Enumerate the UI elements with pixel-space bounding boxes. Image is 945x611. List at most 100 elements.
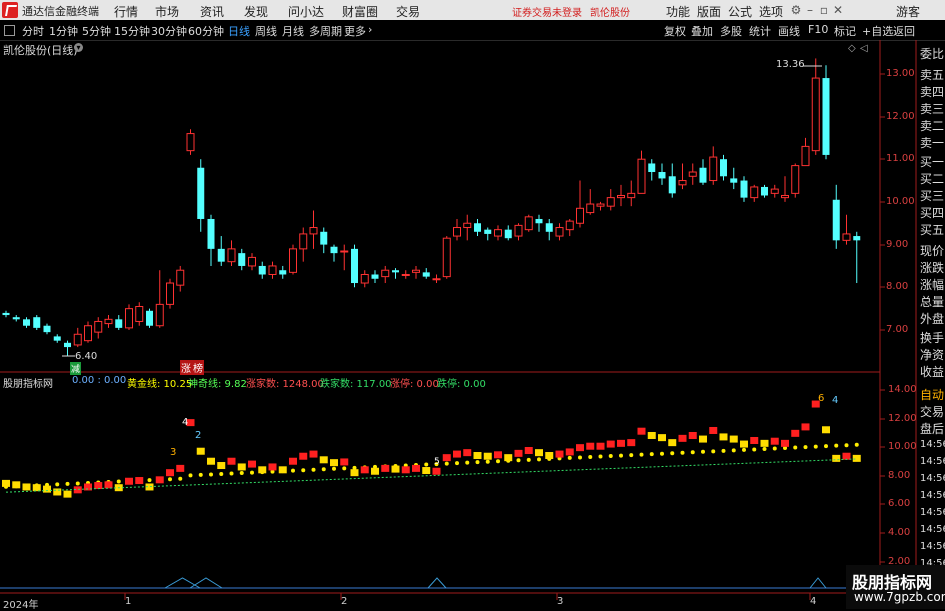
close-icon[interactable]: ✕ [831, 3, 845, 17]
candle-body [84, 325, 92, 342]
panel-afterhours[interactable]: 盘后 [920, 420, 944, 437]
indicator-title[interactable]: 股朋指标网 [3, 375, 53, 390]
signal-bar [319, 456, 328, 464]
panel-buy3[interactable]: 买三 [920, 187, 944, 204]
gold-line-dot [803, 445, 808, 450]
menu-hangqing[interactable]: 行情 [114, 3, 138, 20]
tag-jian[interactable]: 减 [70, 362, 82, 375]
candle-body [648, 163, 656, 173]
menu-gongshi[interactable]: 公式 [728, 3, 752, 20]
gold-line-dot [496, 459, 500, 464]
candle-body [268, 265, 277, 275]
menu-xuanxiang[interactable]: 选项 [759, 3, 783, 20]
btn-huaxian[interactable]: 画线 [778, 23, 800, 39]
btn-zixuan[interactable]: +自选 [862, 23, 893, 39]
chevron-down-icon[interactable]: ▾ [74, 43, 83, 52]
menu-zixun[interactable]: 资讯 [200, 3, 224, 20]
kline-chart[interactable] [0, 40, 945, 609]
settings-icon[interactable]: ⚙ [789, 3, 803, 17]
period-5min[interactable]: 5分钟 [82, 23, 111, 39]
btn-fanhui[interactable]: 返回 [893, 23, 915, 39]
menu-gongneng[interactable]: 功能 [666, 3, 690, 20]
candle-body [730, 178, 738, 183]
signal-bar [453, 450, 461, 458]
menu-wenxiaoda[interactable]: 问小达 [288, 3, 324, 20]
period-1min[interactable]: 1分钟 [49, 23, 78, 39]
period-daily[interactable]: 日线 [228, 23, 250, 39]
tag-bang[interactable]: 榜 [192, 360, 204, 375]
signal-bar [535, 449, 543, 457]
panel-netasset[interactable]: 净资 [920, 346, 944, 363]
period-monthly[interactable]: 月线 [282, 23, 304, 39]
collapse-icon[interactable]: ◁ [860, 43, 868, 54]
btn-fuquan[interactable]: 复权 [664, 23, 686, 39]
panel-buy2[interactable]: 买二 [920, 170, 944, 187]
panel-pct[interactable]: 涨幅 [920, 276, 944, 293]
diamond-icon[interactable]: ◇ [848, 43, 856, 54]
candle-body [761, 186, 768, 196]
panel-buy4[interactable]: 买四 [920, 204, 944, 221]
trade-login-warning[interactable]: 证券交易未登录 [512, 4, 582, 19]
panel-trade[interactable]: 交易 [920, 403, 944, 420]
signal-bar [135, 477, 144, 485]
btn-diejia[interactable]: 叠加 [691, 23, 713, 39]
menu-jiaoyi[interactable]: 交易 [396, 3, 420, 20]
user-label[interactable]: 游客 [896, 3, 920, 20]
panel-price[interactable]: 现价 [920, 242, 944, 259]
signal-bar [442, 454, 451, 462]
signal-bar [576, 444, 584, 452]
tag-zhang[interactable]: 涨 [180, 360, 192, 375]
period-60min[interactable]: 60分钟 [188, 23, 224, 39]
candle-body [217, 248, 225, 262]
panel-sell1[interactable]: 卖一 [920, 134, 944, 151]
panel-weibi[interactable]: 委比 [920, 45, 944, 62]
panel-sell2[interactable]: 卖二 [920, 117, 944, 134]
menu-banmian[interactable]: 版面 [697, 3, 721, 20]
btn-f10[interactable]: F10 [808, 23, 828, 36]
panel-auto[interactable]: 自动 [920, 386, 944, 403]
panel-outer[interactable]: 外盘 [920, 310, 944, 327]
panel-buy5[interactable]: 买五 [920, 221, 944, 238]
btn-biaoji[interactable]: 标记 [834, 23, 856, 39]
signal-bar [617, 439, 625, 447]
menu-faxian[interactable]: 发现 [244, 3, 268, 20]
menu-caifuquan[interactable]: 财富圈 [342, 3, 378, 20]
candle-body [351, 248, 358, 284]
signal-bar [32, 484, 41, 492]
panel-time: 14:56 [920, 490, 945, 501]
chevron-right-icon[interactable]: › [368, 23, 372, 36]
minimize-icon[interactable]: – [803, 3, 817, 17]
period-more[interactable]: 更多 [344, 23, 366, 39]
period-fenshi[interactable]: 分时 [22, 23, 44, 39]
ind-label: 6 [818, 393, 825, 404]
gold-line-dot [731, 448, 736, 453]
signal-bar [637, 427, 646, 435]
panel-sell3[interactable]: 卖三 [920, 100, 944, 117]
candle-body [678, 180, 687, 186]
period-multi[interactable]: 多周期 [309, 23, 342, 39]
candle-body [53, 336, 61, 341]
candle-body [627, 192, 636, 199]
panel-volume[interactable]: 总量 [920, 293, 944, 310]
menu-shichang[interactable]: 市场 [155, 3, 179, 20]
signal-bar [545, 452, 554, 460]
panel-change[interactable]: 涨跌 [920, 259, 944, 276]
toolbar-checkbox[interactable] [4, 25, 15, 36]
panel-sell5[interactable]: 卖五 [920, 66, 944, 83]
panel-buy1[interactable]: 买一 [920, 153, 944, 170]
period-toolbar: 分时 1分钟 5分钟 15分钟 30分钟 60分钟 日线 周线 月线 多周期 更… [0, 20, 945, 41]
panel-earning[interactable]: 收益 [920, 363, 944, 380]
signal-bar [104, 481, 113, 489]
btn-duogu[interactable]: 多股 [720, 23, 742, 39]
restore-icon[interactable]: ▫ [817, 3, 831, 17]
candle-body [381, 269, 390, 278]
period-15min[interactable]: 15分钟 [114, 23, 150, 39]
stock-tab[interactable]: 凯伦股份 [590, 4, 630, 19]
signal-bar [688, 431, 697, 439]
btn-tongji[interactable]: 统计 [749, 23, 771, 39]
panel-sell4[interactable]: 卖四 [920, 83, 944, 100]
period-weekly[interactable]: 周线 [255, 23, 277, 39]
signal-bar [309, 450, 318, 458]
panel-turnover[interactable]: 换手 [920, 329, 944, 346]
period-30min[interactable]: 30分钟 [151, 23, 187, 39]
